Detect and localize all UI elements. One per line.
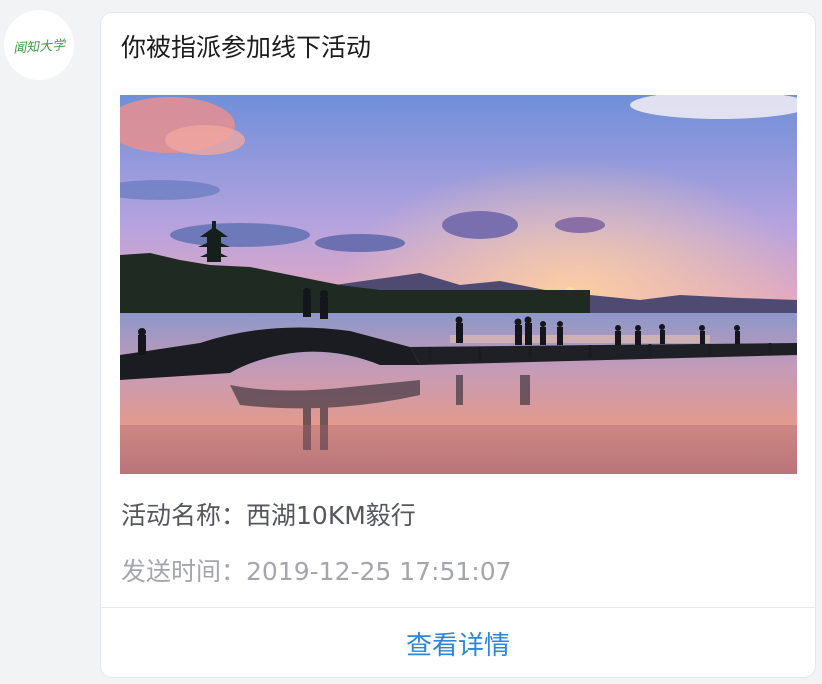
activity-photo[interactable] — [120, 95, 797, 474]
send-time-row: 发送时间：2019-12-25 17:51:07 — [121, 555, 512, 589]
message-title: 你被指派参加线下活动 — [121, 33, 372, 62]
activity-name-row: 活动名称：西湖10KM毅行 — [121, 499, 416, 533]
activity-name-value: 西湖10KM毅行 — [246, 501, 416, 530]
activity-name-label: 活动名称： — [121, 501, 247, 530]
message-card[interactable]: 你被指派参加线下活动 活动名称：西湖10KM毅行 发送时间：2019-12-25… — [100, 12, 816, 678]
sender-avatar[interactable]: 闻知大学 — [4, 10, 74, 80]
send-time-value: 2019-12-25 17:51:07 — [246, 557, 512, 586]
avatar-logo-text: 闻知大学 — [12, 37, 66, 57]
view-details-button[interactable]: 查看详情 — [101, 608, 815, 677]
send-time-label: 发送时间： — [121, 557, 247, 586]
